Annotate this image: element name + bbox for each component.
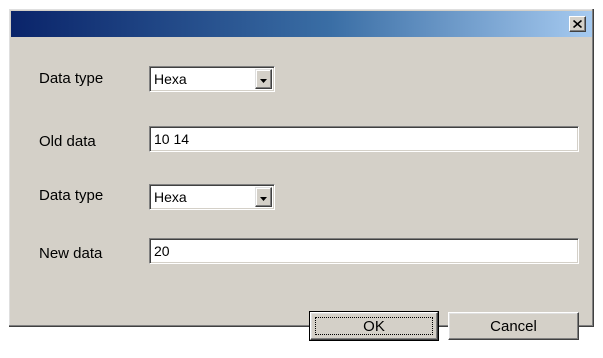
cancel-button[interactable]: Cancel (448, 312, 579, 340)
cancel-button-label: Cancel (490, 317, 537, 335)
new-data-field[interactable]: 20 (149, 238, 579, 264)
data-type-label-1: Data type (39, 70, 104, 87)
data-type-label-2: Data type (39, 187, 104, 204)
chevron-down-icon (260, 188, 267, 206)
data-type-select-1[interactable]: Hexa (149, 66, 275, 92)
ok-button[interactable]: OK (309, 311, 439, 341)
dialog-window: Data type Hexa Old data 10 14 Data type … (8, 8, 595, 341)
close-button[interactable] (569, 16, 586, 32)
data-type-select-2[interactable]: Hexa (149, 184, 275, 210)
dropdown-button-1[interactable] (255, 69, 272, 89)
dropdown-button-2[interactable] (255, 187, 272, 207)
old-data-field[interactable]: 10 14 (149, 126, 579, 152)
new-data-value: 20 (154, 243, 170, 259)
chevron-down-icon (260, 70, 267, 88)
new-data-label: New data (39, 245, 103, 262)
title-bar[interactable] (11, 11, 592, 37)
data-type-value-2: Hexa (154, 189, 187, 205)
old-data-value: 10 14 (154, 131, 190, 147)
close-icon (573, 20, 582, 28)
old-data-label: Old data (39, 133, 96, 150)
data-type-value-1: Hexa (154, 71, 187, 87)
ok-button-label: OK (363, 317, 385, 335)
